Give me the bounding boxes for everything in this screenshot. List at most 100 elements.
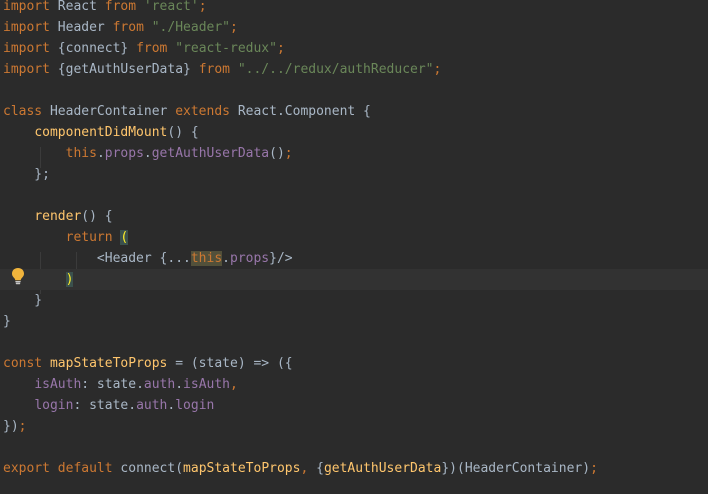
code-token: = (state) => ({ [167, 356, 293, 371]
code-line[interactable]: export default connect(mapStateToProps, … [0, 458, 708, 479]
code-token: : state. [73, 398, 137, 413]
code-line[interactable] [0, 185, 708, 206]
code-line[interactable]: import Header from "./Header"; [0, 17, 708, 38]
code-token: React.Component { [237, 104, 371, 119]
code-text: class HeaderContainer extends React.Comp… [3, 101, 371, 122]
code-line[interactable]: this.props.getAuthUserData(); [0, 143, 708, 164]
code-token: auth [136, 398, 168, 413]
code-line[interactable] [0, 437, 708, 458]
code-token: import [3, 41, 58, 56]
code-text: }; [3, 164, 50, 185]
code-token: from [104, 0, 144, 14]
code-line[interactable]: isAuth: state.auth.isAuth, [0, 374, 708, 395]
code-token: export [3, 461, 58, 476]
code-token: , [230, 377, 238, 392]
code-line[interactable]: const mapStateToProps = (state) => ({ [0, 353, 708, 374]
code-token: ; [198, 0, 207, 14]
code-token: : state. [81, 377, 144, 392]
code-line[interactable]: import React from 'react'; [0, 0, 708, 17]
code-token: ) [65, 272, 74, 287]
code-token: HeaderContainer [49, 104, 176, 119]
code-token: return [65, 230, 121, 245]
code-line[interactable]: render() { [0, 206, 708, 227]
code-text: export default connect(mapStateToProps, … [3, 458, 598, 479]
code-token: , [300, 461, 317, 476]
code-token: 'react' [143, 0, 199, 14]
code-line[interactable]: import {getAuthUserData} from "../../red… [0, 59, 708, 80]
code-token: "react-redux" [175, 41, 277, 56]
code-line[interactable]: <Header {...this.props}/> [0, 248, 708, 269]
code-text: login: state.auth.login [3, 395, 214, 416]
code-token: import [3, 62, 58, 77]
code-text: render() { [3, 206, 112, 227]
code-line[interactable] [0, 80, 708, 101]
code-token: getAuthUserData [323, 461, 442, 476]
code-token: } [3, 293, 43, 308]
code-token: ; [433, 62, 442, 77]
code-token: }; [3, 167, 50, 182]
code-line[interactable]: }); [0, 416, 708, 437]
code-token: ; [284, 146, 293, 161]
code-text: return ( [3, 227, 129, 248]
code-token: }/> [269, 251, 293, 266]
lightbulb-icon[interactable] [10, 267, 26, 285]
code-token: this [65, 146, 97, 161]
code-line[interactable]: class HeaderContainer extends React.Comp… [0, 101, 708, 122]
code-token: . [143, 146, 152, 161]
code-token: ( [120, 230, 129, 245]
code-line[interactable]: } [0, 290, 708, 311]
code-token: "./Header" [151, 20, 231, 35]
code-editor[interactable]: import React from 'react'; import Header … [0, 0, 708, 494]
code-line[interactable]: ) [0, 269, 708, 290]
code-token: connect( [120, 461, 184, 476]
code-token: mapStateToProps [49, 356, 168, 371]
code-line[interactable]: return ( [0, 227, 708, 248]
code-token: Header [104, 251, 160, 266]
code-line[interactable] [0, 332, 708, 353]
code-token: this [190, 251, 223, 266]
code-token: const [3, 356, 50, 371]
code-token: < [96, 251, 105, 266]
code-token: getAuthUserData [151, 146, 270, 161]
code-text: this.props.getAuthUserData(); [3, 143, 293, 164]
code-token: extends [175, 104, 238, 119]
code-token: () [269, 146, 285, 161]
code-line[interactable]: } [0, 311, 708, 332]
code-text: import {connect} from "react-redux"; [3, 38, 285, 59]
code-text: } [3, 311, 11, 332]
code-token: "../../redux/authReducer" [237, 62, 434, 77]
code-token: auth [143, 377, 176, 392]
code-token: {connect} [57, 41, 137, 56]
code-line[interactable]: login: state.auth.login [0, 395, 708, 416]
code-text: import Header from "./Header"; [3, 17, 238, 38]
code-token: login [175, 398, 215, 413]
code-token: default [57, 461, 121, 476]
code-text: <Header {...this.props}/> [3, 248, 293, 269]
code-token: class [3, 104, 50, 119]
code-token: }) [3, 419, 19, 434]
code-line[interactable]: }; [0, 164, 708, 185]
code-token: ; [230, 20, 238, 35]
code-token: login [34, 398, 74, 413]
code-token: } [3, 314, 11, 329]
code-token: . [175, 377, 184, 392]
code-token: ; [590, 461, 598, 476]
code-token: Header [57, 20, 113, 35]
code-token: mapStateToProps [183, 461, 301, 476]
code-token: isAuth [34, 377, 82, 392]
code-line[interactable]: componentDidMount() { [0, 122, 708, 143]
code-line[interactable]: import {connect} from "react-redux"; [0, 38, 708, 59]
code-text: componentDidMount() { [3, 122, 198, 143]
code-token: render [34, 209, 82, 224]
code-token: from [112, 20, 152, 35]
code-token: React [57, 0, 105, 14]
code-token: . [222, 251, 230, 266]
code-token: import [3, 0, 58, 14]
code-token: from [136, 41, 176, 56]
code-token: {... [159, 251, 191, 266]
code-token: { [316, 461, 324, 476]
code-token: componentDidMount [34, 125, 168, 140]
